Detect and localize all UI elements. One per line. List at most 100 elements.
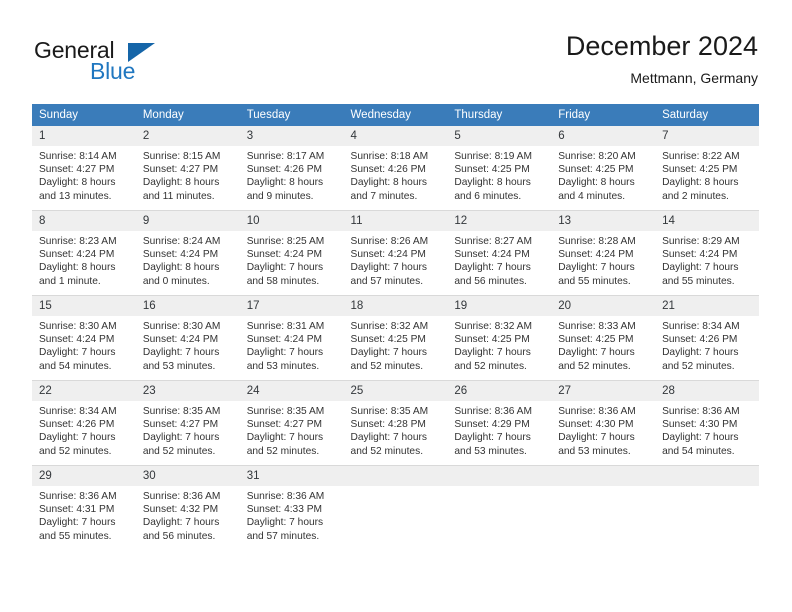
day-details: Sunrise: 8:19 AM Sunset: 4:25 PM Dayligh… bbox=[447, 146, 551, 203]
sunset-text: Sunset: 4:24 PM bbox=[558, 249, 634, 261]
day-cell[interactable]: 24 Sunrise: 8:35 AM Sunset: 4:27 PM Dayl… bbox=[239, 380, 344, 466]
day-cell[interactable]: 5 Sunrise: 8:19 AM Sunset: 4:25 PM Dayli… bbox=[447, 126, 552, 211]
day-cell[interactable]: 21 Sunrise: 8:34 AM Sunset: 4:26 PM Dayl… bbox=[655, 295, 759, 381]
day-details: Sunrise: 8:26 AM Sunset: 4:24 PM Dayligh… bbox=[344, 231, 448, 288]
day-details: Sunrise: 8:17 AM Sunset: 4:26 PM Dayligh… bbox=[240, 146, 344, 203]
daylight-text-line1: Daylight: 7 hours bbox=[142, 432, 220, 444]
sunrise-text: Sunrise: 8:36 AM bbox=[246, 491, 325, 502]
daylight-text-line1: Daylight: 7 hours bbox=[454, 262, 531, 274]
day-cell[interactable]: 20 Sunrise: 8:33 AM Sunset: 4:25 PM Dayl… bbox=[551, 295, 656, 381]
daylight-text-line1: Daylight: 8 hours bbox=[39, 177, 116, 189]
sunrise-text: Sunrise: 8:20 AM bbox=[558, 151, 636, 162]
day-number: 22 bbox=[32, 381, 136, 401]
day-cell[interactable]: 18 Sunrise: 8:32 AM Sunset: 4:25 PM Dayl… bbox=[343, 295, 448, 381]
day-cell[interactable]: 6 Sunrise: 8:20 AM Sunset: 4:25 PM Dayli… bbox=[551, 126, 656, 211]
sunset-text: Sunset: 4:33 PM bbox=[246, 504, 323, 516]
day-number: 7 bbox=[655, 126, 759, 146]
sunrise-text: Sunrise: 8:34 AM bbox=[662, 321, 740, 332]
day-cell[interactable]: 8 Sunrise: 8:23 AM Sunset: 4:24 PM Dayli… bbox=[32, 210, 136, 296]
sunset-text: Sunset: 4:25 PM bbox=[454, 334, 530, 346]
daylight-text-line1: Daylight: 7 hours bbox=[350, 262, 427, 274]
sunset-text: Sunset: 4:24 PM bbox=[39, 334, 115, 346]
sunset-text: Sunset: 4:24 PM bbox=[39, 249, 115, 261]
day-cell[interactable]: 23 Sunrise: 8:35 AM Sunset: 4:27 PM Dayl… bbox=[135, 380, 240, 466]
daylight-text-line2: and 55 minutes. bbox=[558, 275, 631, 287]
day-cell[interactable]: 12 Sunrise: 8:27 AM Sunset: 4:24 PM Dayl… bbox=[447, 210, 552, 296]
daylight-text-line2: and 54 minutes. bbox=[662, 445, 735, 457]
day-cell[interactable]: 26 Sunrise: 8:36 AM Sunset: 4:29 PM Dayl… bbox=[447, 380, 552, 466]
day-cell[interactable]: 10 Sunrise: 8:25 AM Sunset: 4:24 PM Dayl… bbox=[239, 210, 344, 296]
day-details: Sunrise: 8:36 AM Sunset: 4:32 PM Dayligh… bbox=[136, 486, 240, 543]
daylight-text-line1: Daylight: 8 hours bbox=[662, 177, 739, 189]
day-details: Sunrise: 8:36 AM Sunset: 4:33 PM Dayligh… bbox=[240, 486, 344, 543]
calendar-week-row: 8 Sunrise: 8:23 AM Sunset: 4:24 PM Dayli… bbox=[32, 210, 759, 296]
sunset-text: Sunset: 4:31 PM bbox=[39, 504, 115, 516]
daylight-text-line2: and 54 minutes. bbox=[39, 360, 112, 372]
day-cell[interactable]: 25 Sunrise: 8:35 AM Sunset: 4:28 PM Dayl… bbox=[343, 380, 448, 466]
day-details: Sunrise: 8:35 AM Sunset: 4:27 PM Dayligh… bbox=[136, 401, 240, 458]
day-cell[interactable]: 14 Sunrise: 8:29 AM Sunset: 4:24 PM Dayl… bbox=[655, 210, 759, 296]
daylight-text-line2: and 11 minutes. bbox=[142, 190, 215, 202]
weekday-header-wednesday: Wednesday bbox=[343, 104, 448, 126]
day-cell[interactable]: 27 Sunrise: 8:36 AM Sunset: 4:30 PM Dayl… bbox=[551, 380, 656, 466]
day-cell[interactable]: 22 Sunrise: 8:34 AM Sunset: 4:26 PM Dayl… bbox=[32, 380, 136, 466]
day-number: 29 bbox=[32, 466, 136, 486]
day-number: 23 bbox=[135, 381, 240, 401]
daylight-text-line1: Daylight: 7 hours bbox=[454, 432, 531, 444]
day-cell[interactable]: 17 Sunrise: 8:31 AM Sunset: 4:24 PM Dayl… bbox=[239, 295, 344, 381]
sunrise-text: Sunrise: 8:36 AM bbox=[558, 406, 636, 417]
day-cell[interactable]: 3 Sunrise: 8:17 AM Sunset: 4:26 PM Dayli… bbox=[239, 126, 344, 211]
daylight-text-line2: and 0 minutes. bbox=[142, 275, 210, 287]
daylight-text-line1: Daylight: 8 hours bbox=[142, 262, 220, 274]
day-cell[interactable]: 28 Sunrise: 8:36 AM Sunset: 4:30 PM Dayl… bbox=[655, 380, 759, 466]
sunrise-text: Sunrise: 8:35 AM bbox=[350, 406, 429, 417]
daylight-text-line2: and 56 minutes. bbox=[142, 530, 216, 542]
daylight-text-line1: Daylight: 8 hours bbox=[39, 262, 116, 274]
day-cell[interactable]: 15 Sunrise: 8:30 AM Sunset: 4:24 PM Dayl… bbox=[32, 295, 136, 381]
brand-logo[interactable]: General Blue bbox=[34, 37, 254, 89]
sunrise-text: Sunrise: 8:30 AM bbox=[39, 321, 117, 332]
daylight-text-line1: Daylight: 7 hours bbox=[558, 262, 635, 274]
daylight-text-line1: Daylight: 7 hours bbox=[558, 347, 635, 359]
day-number: 26 bbox=[447, 381, 552, 401]
daylight-text-line1: Daylight: 7 hours bbox=[39, 517, 116, 529]
day-cell[interactable]: 19 Sunrise: 8:32 AM Sunset: 4:25 PM Dayl… bbox=[447, 295, 552, 381]
day-cell[interactable]: 4 Sunrise: 8:18 AM Sunset: 4:26 PM Dayli… bbox=[343, 126, 448, 211]
sunrise-text: Sunrise: 8:17 AM bbox=[246, 151, 325, 162]
day-details: Sunrise: 8:20 AM Sunset: 4:25 PM Dayligh… bbox=[551, 146, 655, 203]
daylight-text-line1: Daylight: 7 hours bbox=[246, 347, 324, 359]
day-cell[interactable]: 30 Sunrise: 8:36 AM Sunset: 4:32 PM Dayl… bbox=[135, 465, 240, 550]
sunrise-text: Sunrise: 8:29 AM bbox=[662, 236, 740, 247]
sunset-text: Sunset: 4:24 PM bbox=[662, 249, 738, 261]
day-cell-empty bbox=[655, 465, 759, 550]
day-cell[interactable]: 9 Sunrise: 8:24 AM Sunset: 4:24 PM Dayli… bbox=[135, 210, 240, 296]
day-number: 4 bbox=[343, 126, 448, 146]
daylight-text-line1: Daylight: 7 hours bbox=[662, 347, 739, 359]
day-cell[interactable]: 2 Sunrise: 8:15 AM Sunset: 4:27 PM Dayli… bbox=[135, 126, 240, 211]
day-cell[interactable]: 1 Sunrise: 8:14 AM Sunset: 4:27 PM Dayli… bbox=[32, 126, 136, 211]
day-cell[interactable]: 29 Sunrise: 8:36 AM Sunset: 4:31 PM Dayl… bbox=[32, 465, 136, 550]
daylight-text-line2: and 52 minutes. bbox=[142, 445, 216, 457]
day-cell[interactable]: 11 Sunrise: 8:26 AM Sunset: 4:24 PM Dayl… bbox=[343, 210, 448, 296]
day-cell[interactable]: 31 Sunrise: 8:36 AM Sunset: 4:33 PM Dayl… bbox=[239, 465, 344, 550]
day-cell[interactable]: 13 Sunrise: 8:28 AM Sunset: 4:24 PM Dayl… bbox=[551, 210, 656, 296]
day-number: 18 bbox=[343, 296, 448, 316]
sunset-text: Sunset: 4:25 PM bbox=[454, 164, 530, 176]
sunset-text: Sunset: 4:24 PM bbox=[246, 334, 323, 346]
day-number bbox=[551, 466, 656, 486]
day-cell[interactable]: 16 Sunrise: 8:30 AM Sunset: 4:24 PM Dayl… bbox=[135, 295, 240, 381]
day-number: 19 bbox=[447, 296, 552, 316]
sunrise-text: Sunrise: 8:33 AM bbox=[558, 321, 636, 332]
daylight-text-line2: and 52 minutes. bbox=[558, 360, 631, 372]
day-details: Sunrise: 8:18 AM Sunset: 4:26 PM Dayligh… bbox=[344, 146, 448, 203]
day-details: Sunrise: 8:14 AM Sunset: 4:27 PM Dayligh… bbox=[32, 146, 136, 203]
day-details: Sunrise: 8:36 AM Sunset: 4:29 PM Dayligh… bbox=[447, 401, 551, 458]
daylight-text-line2: and 55 minutes. bbox=[39, 530, 112, 542]
daylight-text-line2: and 57 minutes. bbox=[350, 275, 424, 287]
day-number: 10 bbox=[239, 211, 344, 231]
sunrise-text: Sunrise: 8:30 AM bbox=[142, 321, 221, 332]
day-cell[interactable]: 7 Sunrise: 8:22 AM Sunset: 4:25 PM Dayli… bbox=[655, 126, 759, 211]
day-number: 30 bbox=[135, 466, 240, 486]
weekday-header-saturday: Saturday bbox=[655, 104, 759, 126]
day-details: Sunrise: 8:22 AM Sunset: 4:25 PM Dayligh… bbox=[655, 146, 759, 203]
